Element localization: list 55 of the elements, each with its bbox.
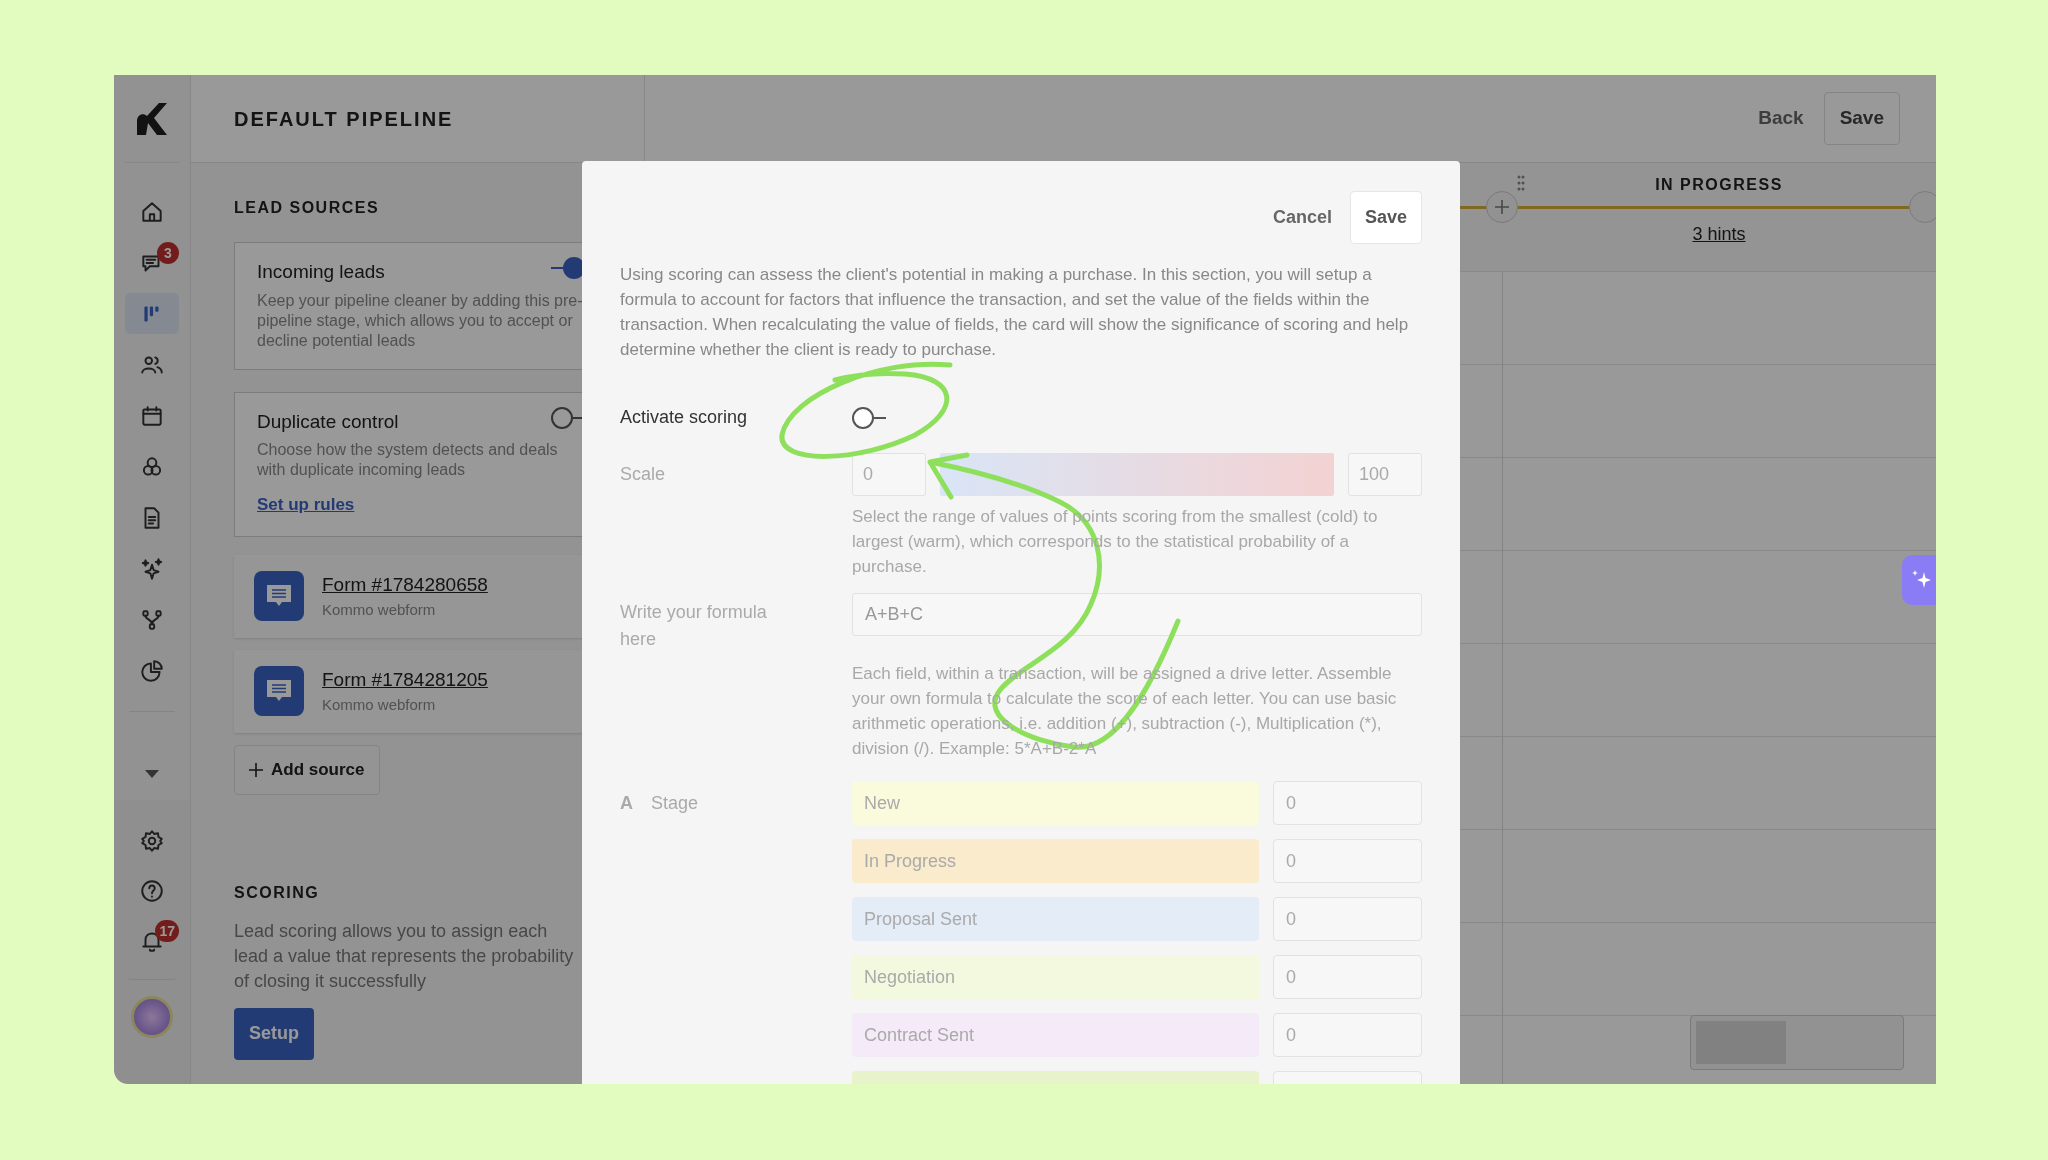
ai-assistant-button[interactable] [1902,555,1936,605]
pie-chart-icon [139,657,165,684]
save-button[interactable]: Save [1349,191,1422,244]
save-button[interactable]: Save [1823,92,1900,145]
stage-score-field[interactable]: 0 [1273,839,1422,883]
cancel-button[interactable]: Cancel [1272,204,1332,231]
setup-link[interactable]: Set up rules [257,492,355,518]
stage-bar: Proposal Sent [852,897,1259,941]
field-label: Scale [620,463,667,486]
back-button[interactable]: Back [1758,104,1804,133]
stage-score-field[interactable]: 0 [1273,781,1422,825]
help-icon [139,877,165,904]
section-heading: LEAD SOURCES [234,198,381,218]
notification-badge: 17 [155,920,179,942]
option-title: Incoming leads [257,260,385,284]
plus-icon [1495,200,1509,214]
option-description: Choose how the system detects and deals with duplicate incoming leads [257,440,559,480]
stage-score-field[interactable]: 0 [1273,897,1422,941]
form-link[interactable]: Form #1784281205 [322,665,488,694]
form-icon [254,666,304,716]
stage-bar: Contract Sent [852,1013,1259,1057]
column-title: IN PROGRESS [1655,175,1783,195]
section-heading: SCORING [234,882,321,903]
hints-link[interactable]: 3 hints [1692,221,1746,248]
logo-icon [137,102,167,135]
stage-score-field[interactable]: 0 [1273,1013,1422,1057]
plus-icon [249,762,263,777]
drag-handle-icon[interactable] [1517,175,1525,191]
setup-button[interactable]: Setup [234,1007,314,1060]
scoring-description: Lead scoring allows you to assign each lead a value that represents the probability of closing it successfully [234,919,574,993]
stage-bar: New [852,781,1259,825]
add-source-button[interactable]: Add source [234,744,380,795]
stage-score-field[interactable]: 0 [1273,955,1422,999]
nav-item[interactable] [125,293,179,334]
notification-badge: 3 [157,242,179,264]
nav-item[interactable]: 17 [125,920,179,961]
formula-field[interactable]: A+B+C [852,593,1422,636]
intro-paragraph: Using scoring can assess the client's potential in making a purchase. In this section, you will setup a formula to account for factors that influence the transaction, and set the value of the fields within the transaction. When recalculating the value of fields, the card will show the significance of scoring and help determine whether the client is ready to purchase. [620,264,1410,361]
toggle-switch[interactable] [852,406,886,429]
field-label: Stage [651,791,699,815]
form-link[interactable]: Form #1784280658 [322,570,488,599]
sparkles-icon [139,555,165,582]
field-label: Activate scoring [620,406,749,429]
field-letter: A [620,791,633,815]
option-description: Keep your pipeline cleaner by adding this pre-pipeline stage, which allows you to accept or decline potential leads [257,290,584,351]
caret-down-icon[interactable] [145,770,159,778]
stage-bar: Negotiation [852,955,1259,999]
form-icon [254,571,304,621]
settings-icon [139,827,165,854]
form-subtitle: Kommo webform [322,695,437,715]
stage-bar: In Progress [852,839,1259,883]
page-title: DEFAULT PIPELINE [234,106,454,132]
nav-item[interactable]: 3 [125,242,179,283]
form-subtitle: Kommo webform [322,600,437,620]
option-title: Duplicate control [257,409,399,434]
